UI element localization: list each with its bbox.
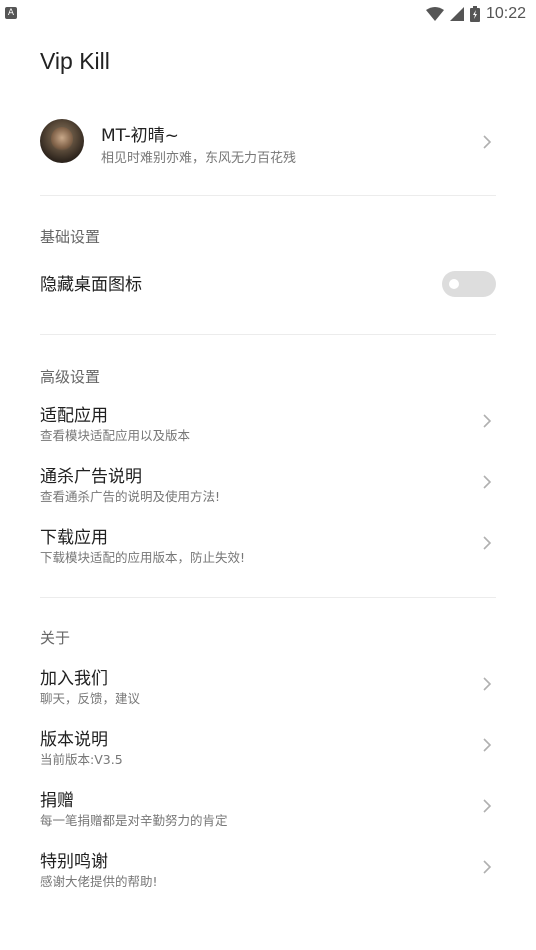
item-title: 适配应用 <box>40 406 108 426</box>
list-item-download-apps[interactable]: 下载应用 下载模块适配的应用版本，防止失效! <box>40 523 496 567</box>
status-bar: A 10:22 <box>0 0 536 28</box>
chevron-right-icon <box>482 413 492 429</box>
item-subtitle: 查看模块适配应用以及版本 <box>40 428 191 443</box>
status-time: 10:22 <box>485 5 526 22</box>
setting-label: 隐藏桌面图标 <box>40 275 142 295</box>
profile-motto: 相见时难别亦难，东风无力百花残 <box>101 151 297 166</box>
list-item-donate[interactable]: 捐赠 每一笔捐赠都是对辛勤努力的肯定 <box>40 786 496 830</box>
item-title: 下载应用 <box>40 528 108 548</box>
status-icons: 10:22 <box>425 4 526 24</box>
list-item-adapted-apps[interactable]: 适配应用 查看模块适配应用以及版本 <box>40 401 496 445</box>
item-subtitle: 聊天，反馈，建议 <box>40 691 141 706</box>
android-notification-icon: A <box>5 7 17 19</box>
item-title: 捐赠 <box>40 791 74 811</box>
divider <box>40 597 496 598</box>
section-title-basic: 基础设置 <box>40 228 101 246</box>
wifi-icon <box>425 7 444 21</box>
section-title-about: 关于 <box>40 629 71 647</box>
divider <box>40 195 496 196</box>
list-item-special-thanks[interactable]: 特别鸣谢 感谢大佬提供的帮助! <box>40 847 496 891</box>
list-item-version-info[interactable]: 版本说明 当前版本:V3.5 <box>40 725 496 769</box>
chevron-right-icon <box>482 737 492 753</box>
profile-row[interactable]: MT-初晴~ 相见时难别亦难，东风无力百花残 <box>40 117 496 167</box>
item-subtitle: 下载模块适配的应用版本，防止失效! <box>40 550 246 565</box>
chevron-right-icon <box>482 134 492 150</box>
list-item-join-us[interactable]: 加入我们 聊天，反馈，建议 <box>40 664 496 708</box>
app-title: Vip Kill <box>40 48 110 74</box>
hide-icon-toggle[interactable] <box>442 271 496 297</box>
item-title: 加入我们 <box>40 669 108 689</box>
chevron-right-icon <box>482 859 492 875</box>
item-title: 通杀广告说明 <box>40 467 142 487</box>
chevron-right-icon <box>482 798 492 814</box>
divider <box>40 334 496 335</box>
item-subtitle: 查看通杀广告的说明及使用方法! <box>40 489 221 504</box>
item-title: 版本说明 <box>40 730 108 750</box>
profile-name: MT-初晴~ <box>101 126 179 146</box>
item-subtitle: 每一笔捐赠都是对辛勤努力的肯定 <box>40 813 228 828</box>
chevron-right-icon <box>482 676 492 692</box>
battery-icon <box>469 6 480 22</box>
avatar <box>40 119 84 163</box>
list-item-ad-kill-guide[interactable]: 通杀广告说明 查看通杀广告的说明及使用方法! <box>40 462 496 506</box>
setting-hide-desktop-icon[interactable]: 隐藏桌面图标 <box>40 270 496 298</box>
item-subtitle: 当前版本:V3.5 <box>40 752 123 767</box>
chevron-right-icon <box>482 474 492 490</box>
toggle-knob <box>449 279 459 289</box>
item-title: 特别鸣谢 <box>40 852 108 872</box>
item-subtitle: 感谢大佬提供的帮助! <box>40 874 158 889</box>
chevron-right-icon <box>482 535 492 551</box>
signal-icon <box>449 7 464 21</box>
section-title-advanced: 高级设置 <box>40 368 101 386</box>
